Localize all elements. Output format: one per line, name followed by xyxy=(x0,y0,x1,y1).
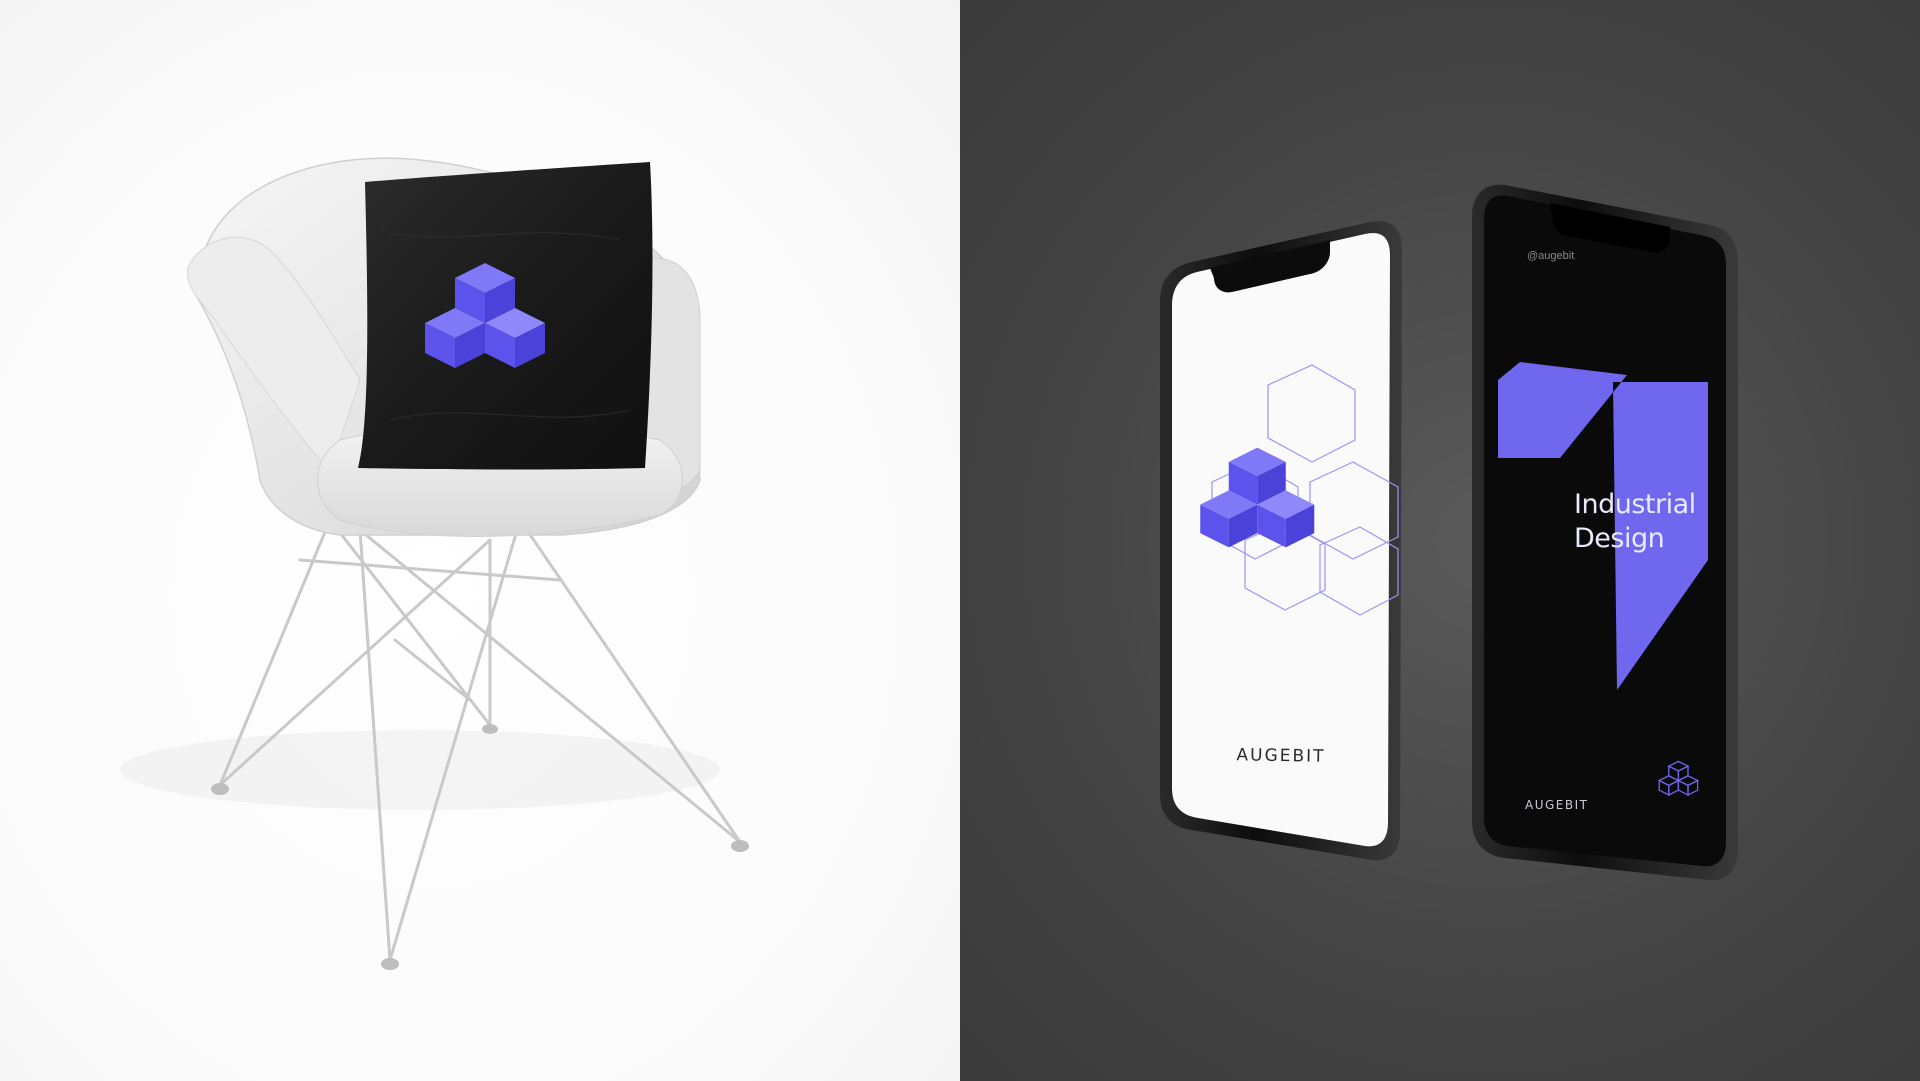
pillow xyxy=(358,162,653,470)
phone-dark-title: Industrial Design xyxy=(1574,488,1724,556)
phone-light-brand: AUGEBIT xyxy=(1236,745,1326,767)
title-line-1: Industrial xyxy=(1574,489,1696,520)
phone-dark-handle: @augebit xyxy=(1527,250,1575,262)
title-line-2: Design xyxy=(1574,523,1665,554)
phone-dark-brand: AUGEBIT xyxy=(1525,798,1589,812)
